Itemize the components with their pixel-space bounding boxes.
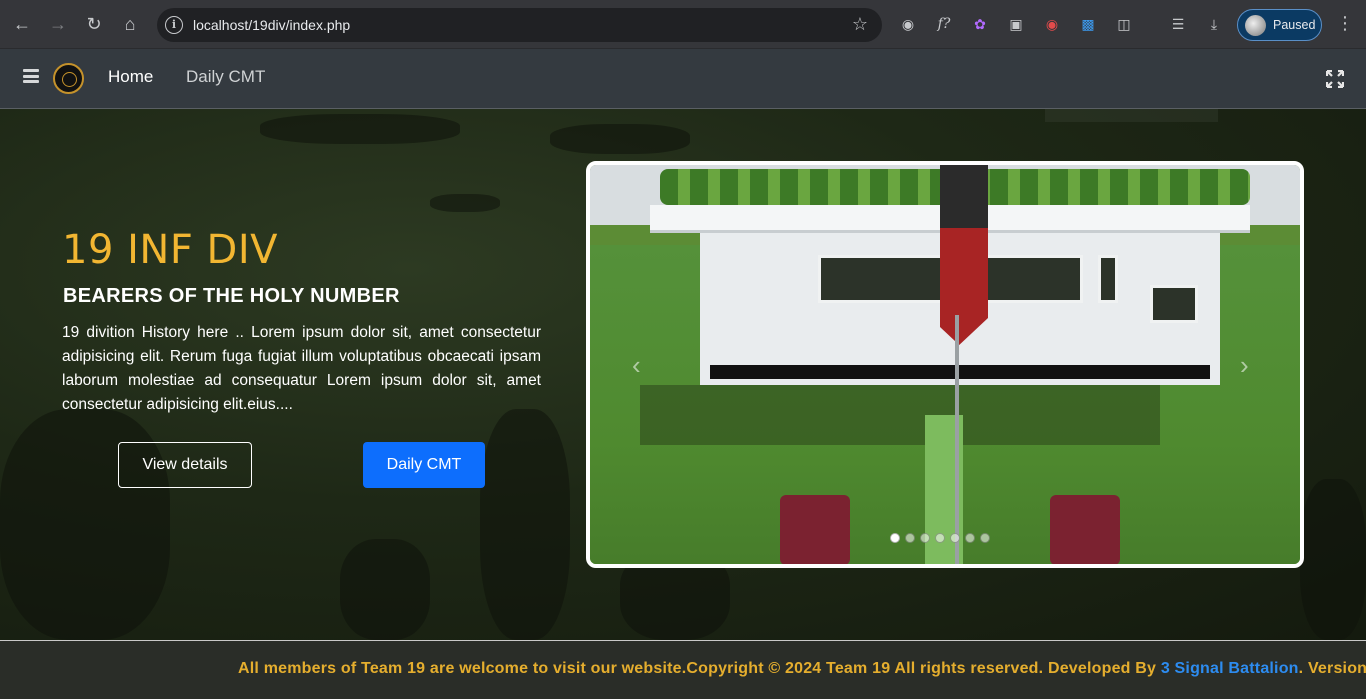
carousel-indicator[interactable] xyxy=(935,533,945,543)
formula-extension-icon[interactable]: f? xyxy=(934,14,954,34)
soldier-silhouette xyxy=(1300,479,1366,640)
site-footer: All members of Team 19 are welcome to vi… xyxy=(0,640,1366,699)
carousel-photo-building-base xyxy=(710,365,1210,379)
profile-status: Paused xyxy=(1273,18,1316,32)
footer-marquee: All members of Team 19 are welcome to vi… xyxy=(238,660,1366,678)
history-paragraph: 19 divition History here .. Lorem ipsum … xyxy=(62,324,541,413)
forward-icon[interactable]: → xyxy=(45,11,71,37)
profile-button[interactable]: Paused xyxy=(1237,9,1322,41)
view-details-button[interactable]: View details xyxy=(118,442,252,488)
reload-icon[interactable]: ↻ xyxy=(81,11,107,37)
carousel-photo-flowerbed xyxy=(1050,495,1120,564)
camera-extension-icon[interactable]: ◉ xyxy=(898,14,918,34)
soldier-silhouette xyxy=(480,409,570,640)
media-queue-icon[interactable]: ☰ xyxy=(1168,14,1188,34)
helicopter-silhouette xyxy=(430,194,500,212)
carousel-prev-icon[interactable]: ‹ xyxy=(632,350,641,381)
hamburger-menu-icon[interactable] xyxy=(23,69,39,83)
image-carousel[interactable]: ‹ › xyxy=(586,161,1304,568)
nav-link-daily-cmt[interactable]: Daily CMT xyxy=(186,67,265,87)
footer-copyright-text: All members of Team 19 are welcome to vi… xyxy=(238,660,1161,677)
page-subtitle: BEARERS OF THE HOLY NUMBER xyxy=(63,285,400,307)
carousel-photo-window xyxy=(1098,255,1118,303)
site-navbar: Home Daily CMT xyxy=(0,49,1366,109)
browser-toolbar: ← → ↻ ⌂ i localhost/19div/index.php ☆ ◉ … xyxy=(0,0,1366,49)
soldier-silhouette xyxy=(340,539,430,640)
carousel-photo-window xyxy=(1150,285,1198,323)
carousel-photo-flag xyxy=(940,165,988,345)
footer-version-text: . Version xyxy=(1298,660,1366,677)
helicopter-silhouette xyxy=(550,124,690,154)
nav-link-home[interactable]: Home xyxy=(108,67,153,87)
url-text[interactable]: localhost/19div/index.php xyxy=(193,17,350,33)
developer-link[interactable]: 3 Signal Battalion xyxy=(1161,660,1299,677)
carousel-photo-flagpole xyxy=(955,315,959,564)
back-icon[interactable]: ← xyxy=(9,11,35,37)
carousel-photo-shadow xyxy=(640,385,1160,445)
helicopter-silhouette xyxy=(260,114,460,144)
download-icon[interactable]: ⤓ xyxy=(1204,14,1224,34)
browser-menu-icon[interactable]: ⋮ xyxy=(1336,13,1354,34)
carousel-indicator[interactable] xyxy=(920,533,930,543)
carousel-indicator[interactable] xyxy=(905,533,915,543)
carousel-next-icon[interactable]: › xyxy=(1240,350,1249,381)
record-extension-icon[interactable]: ◉ xyxy=(1042,14,1062,34)
screen-capture-extension-icon[interactable]: ▩ xyxy=(1078,14,1098,34)
division-logo[interactable] xyxy=(53,63,84,94)
carousel-indicator[interactable] xyxy=(980,533,990,543)
carousel-indicator[interactable] xyxy=(965,533,975,543)
square-extension-icon[interactable]: ▣ xyxy=(1006,14,1026,34)
avatar xyxy=(1245,15,1266,36)
feather-extension-icon[interactable]: ✿ xyxy=(970,14,990,34)
carousel-indicators xyxy=(890,533,990,543)
bookmark-star-icon[interactable]: ☆ xyxy=(852,14,868,35)
extensions-puzzle-icon[interactable]: ◫ xyxy=(1114,14,1134,34)
address-bar[interactable]: i localhost/19div/index.php ☆ xyxy=(157,8,882,42)
carousel-indicator[interactable] xyxy=(890,533,900,543)
page-title: 19 INF DIV xyxy=(62,227,279,273)
hero-section: 19 INF DIV BEARERS OF THE HOLY NUMBER 19… xyxy=(0,109,1366,640)
home-icon[interactable]: ⌂ xyxy=(117,11,143,37)
carousel-photo-flowerbed xyxy=(780,495,850,564)
overlay-tooltip xyxy=(1045,109,1218,122)
carousel-indicator[interactable] xyxy=(950,533,960,543)
fullscreen-expand-icon[interactable] xyxy=(1325,69,1345,89)
site-info-icon[interactable]: i xyxy=(165,16,183,34)
daily-cmt-button[interactable]: Daily CMT xyxy=(363,442,485,488)
